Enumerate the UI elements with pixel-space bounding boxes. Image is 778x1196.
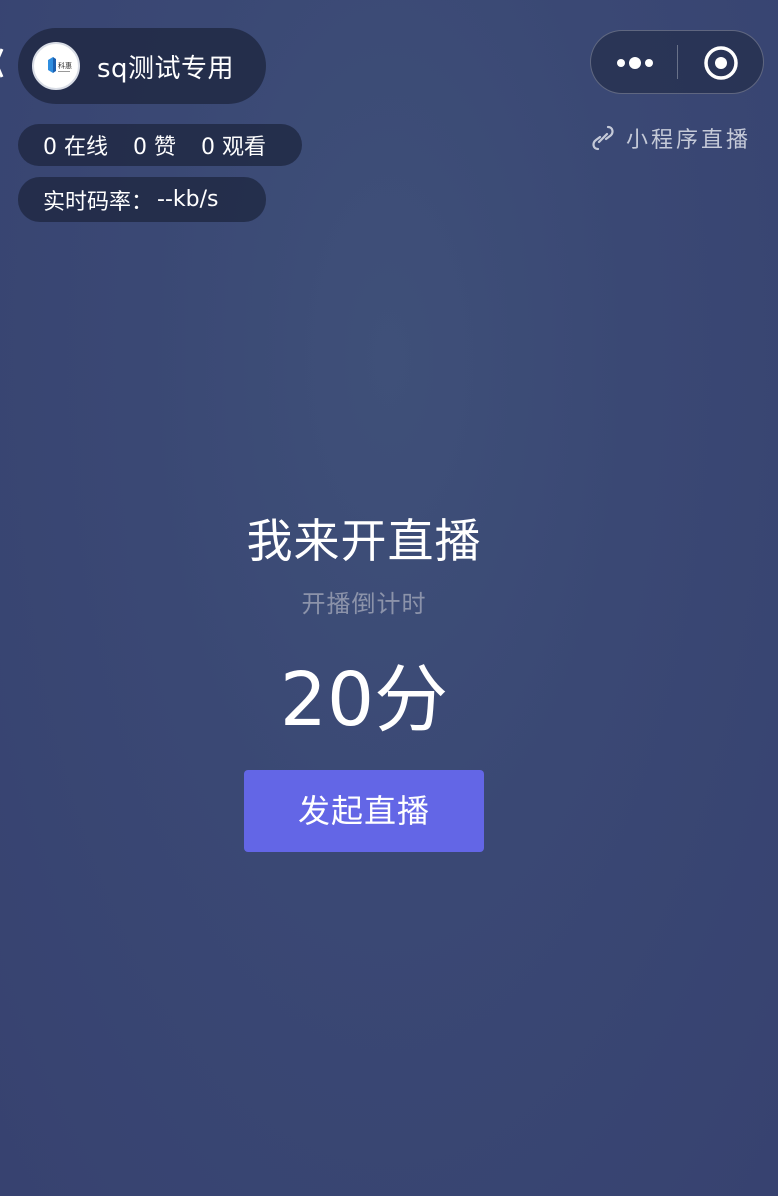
- host-info[interactable]: 科惠 sq测试专用: [18, 28, 266, 104]
- online-count: 0: [43, 135, 57, 160]
- live-stats: 0 在线 0赞 0 观看: [18, 124, 302, 166]
- bitrate-value: --kb/s: [157, 187, 219, 212]
- likes-stat: 0赞: [133, 129, 176, 161]
- close-button[interactable]: [678, 31, 764, 93]
- mini-program-live-tag: 小程序直播: [590, 122, 770, 154]
- avatar-text: 科惠: [58, 61, 72, 70]
- likes-label: 赞: [154, 135, 177, 160]
- more-dots-icon: [617, 57, 653, 69]
- bitrate-info: 实时码率： --kb/s: [18, 177, 266, 222]
- views-label: 观看: [222, 135, 267, 160]
- mini-program-live-label: 小程序直播: [626, 128, 752, 153]
- live-title: 我来开直播: [246, 514, 482, 568]
- online-stat: 0 在线: [43, 129, 108, 161]
- back-chevron-icon[interactable]: [0, 46, 4, 80]
- record-circle-icon: [704, 46, 738, 80]
- online-label: 在线: [64, 135, 109, 160]
- views-stat: 0 观看: [201, 129, 266, 161]
- start-live-button[interactable]: 发起直播: [244, 770, 484, 852]
- host-name: sq测试专用: [97, 53, 235, 84]
- more-button[interactable]: [591, 31, 678, 93]
- link-icon: [592, 125, 614, 151]
- views-count: 0: [201, 135, 216, 160]
- likes-count: 0: [133, 135, 148, 160]
- bitrate-label: 实时码率：: [43, 189, 154, 215]
- avatar: 科惠: [32, 42, 80, 90]
- countdown-value: 20分: [279, 657, 449, 743]
- countdown-label: 开播倒计时: [301, 590, 427, 618]
- mini-program-capsule: [590, 30, 764, 94]
